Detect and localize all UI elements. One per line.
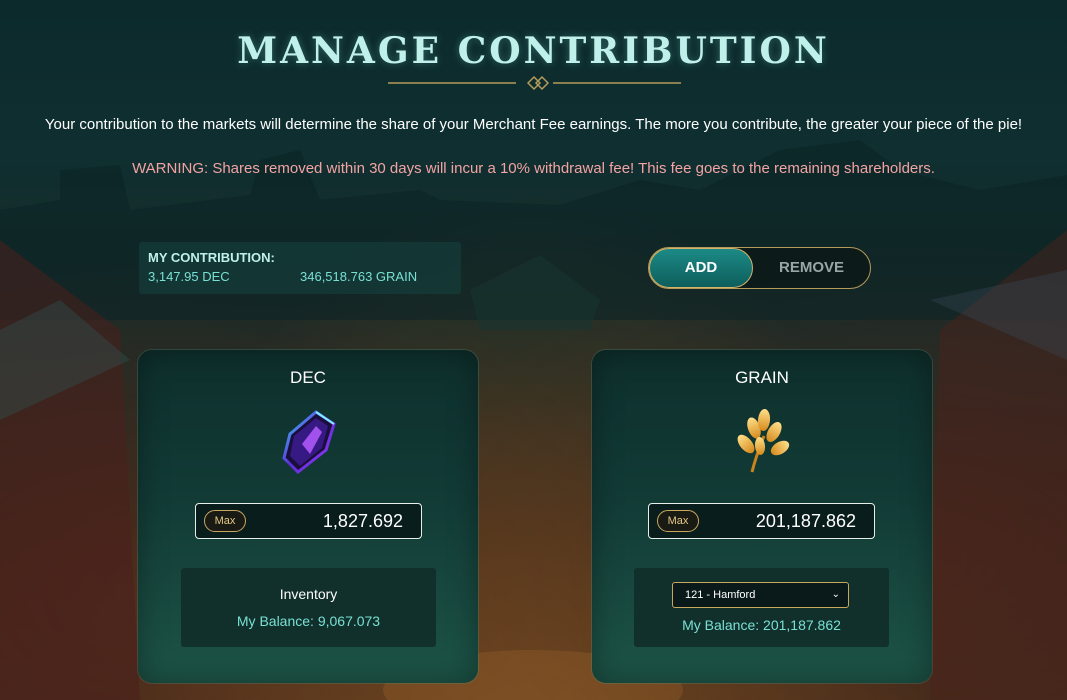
inventory-label: Inventory xyxy=(279,586,338,602)
dec-amount-field[interactable]: Max 1,827.692 xyxy=(195,503,422,539)
dec-amount-value: 1,827.692 xyxy=(322,511,403,531)
intro-text: Your contribution to the markets will de… xyxy=(44,116,1023,133)
grain-card-title: GRAIN xyxy=(735,368,789,387)
contribution-grain: 346,518.763 GRAIN xyxy=(300,269,418,284)
title-divider-ornament xyxy=(388,75,681,91)
grain-amount-value: 201,187.862 xyxy=(755,511,856,531)
grain-max-button[interactable]: Max xyxy=(657,510,699,532)
grain-balance: My Balance: 201,187.862 xyxy=(682,617,841,633)
my-contribution-panel: MY CONTRIBUTION: 3,147.95 DEC 346,518.76… xyxy=(139,242,461,294)
location-select-value: 121 - Hamford xyxy=(685,589,756,601)
grain-amount-field[interactable]: Max 201,187.862 xyxy=(648,503,875,539)
add-button[interactable]: ADD xyxy=(649,248,753,288)
dec-card-title: DEC xyxy=(290,368,326,387)
contribution-dec: 3,147.95 DEC xyxy=(148,269,230,284)
dec-max-button[interactable]: Max xyxy=(204,510,246,532)
withdrawal-warning: WARNING: Shares removed within 30 days w… xyxy=(132,160,935,177)
wheat-icon xyxy=(737,409,790,473)
dec-balance: My Balance: 9,067.073 xyxy=(236,613,381,629)
contribution-values: 3,147.95 DEC 346,518.763 GRAIN xyxy=(148,269,452,285)
contribution-label: MY CONTRIBUTION: xyxy=(148,250,275,265)
dec-inventory-panel: Inventory My Balance: 9,067.073 xyxy=(181,568,436,647)
location-select[interactable]: 121 - Hamford ⌄ xyxy=(672,582,849,608)
add-remove-toggle: ADD REMOVE xyxy=(648,247,871,289)
chevron-down-icon: ⌄ xyxy=(831,589,840,600)
page-title: MANAGE CONTRIBUTION xyxy=(237,30,830,72)
grain-location-panel: 121 - Hamford ⌄ My Balance: 201,187.862 xyxy=(634,568,889,647)
remove-button[interactable]: REMOVE xyxy=(753,248,870,288)
dec-crystal-icon xyxy=(282,410,336,475)
dec-card: DEC Max 1,827.692 Inventory My Balance: … xyxy=(138,350,478,683)
grain-card: GRAIN Max 201,187.862 121 - Hamford ⌄ My… xyxy=(592,350,932,683)
